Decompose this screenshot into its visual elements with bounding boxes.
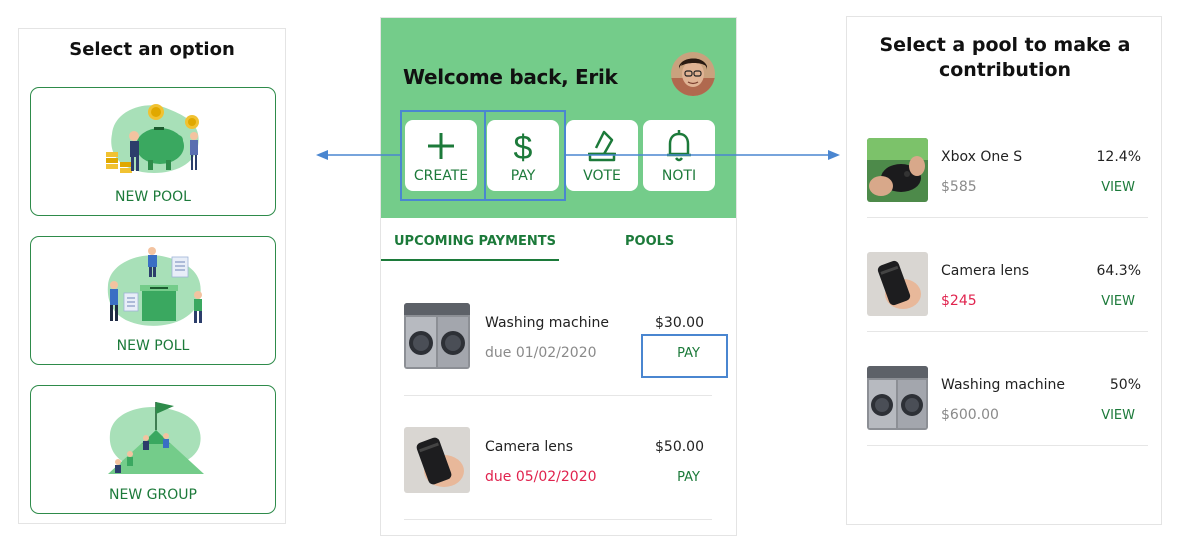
camera-lens-thumbnail — [867, 252, 928, 316]
vote-action-button[interactable]: VOTE — [566, 120, 638, 191]
pool-row[interactable]: Xbox One S $585 12.4% VIEW — [867, 138, 1148, 218]
dollar-icon: $ — [487, 128, 559, 167]
pay-button[interactable]: PAY — [677, 470, 700, 485]
pay-button[interactable]: PAY — [677, 346, 700, 361]
noti-action-label: NOTI — [661, 168, 697, 184]
create-action-label: CREATE — [413, 168, 469, 184]
noti-action-button[interactable]: NOTI — [643, 120, 715, 191]
vote-action-label: VOTE — [583, 168, 621, 184]
payment-due-date: due 05/02/2020 — [485, 469, 597, 485]
welcome-heading: Welcome back, Erik — [403, 65, 618, 89]
ballot-box-illustration — [107, 247, 202, 326]
new-group-card[interactable]: NEW GROUP — [30, 385, 276, 514]
create-action-button[interactable]: CREATE — [405, 120, 477, 191]
pool-percent: 64.3% — [1096, 263, 1141, 279]
payment-row[interactable]: Camera lens due 05/02/2020 $50.00 PAY — [404, 412, 712, 520]
phone-screen: Welcome back, Erik CREATE $ PAY VOTE NOT… — [380, 17, 737, 536]
camera-lens-thumbnail — [404, 427, 470, 493]
pool-name: Camera lens — [941, 263, 1030, 279]
new-poll-label: NEW POLL — [116, 338, 190, 354]
payment-name: Camera lens — [485, 439, 574, 455]
view-button[interactable]: VIEW — [1101, 408, 1135, 423]
bell-icon — [643, 128, 715, 164]
payment-amount: $50.00 — [655, 439, 704, 455]
pool-amount: $245 — [941, 293, 977, 309]
pool-percent: 12.4% — [1096, 149, 1141, 165]
pool-amount: $585 — [941, 179, 977, 195]
payment-row[interactable]: Washing machine due 01/02/2020 $30.00 PA… — [404, 288, 712, 396]
new-group-label: NEW GROUP — [109, 487, 197, 503]
pool-row[interactable]: Washing machine $600.00 50% VIEW — [867, 366, 1148, 446]
pay-action-label: PAY — [510, 168, 536, 184]
view-button[interactable]: VIEW — [1101, 180, 1135, 195]
option-panel-title: Select an option — [69, 39, 235, 60]
new-pool-card[interactable]: NEW POOL — [30, 87, 276, 216]
payment-due-date: due 01/02/2020 — [485, 345, 597, 361]
pool-select-title: Select a pool to make a contribution — [879, 34, 1131, 81]
flag-mountain-illustration — [108, 402, 204, 474]
washing-machine-thumbnail — [867, 366, 928, 430]
svg-text:$: $ — [514, 129, 533, 164]
ballot-icon — [566, 128, 638, 164]
washing-machine-thumbnail — [404, 303, 470, 369]
pool-select-panel: Select a pool to make a contribution Xbo… — [846, 16, 1162, 525]
piggy-bank-illustration — [106, 104, 199, 173]
pool-name: Xbox One S — [941, 149, 1023, 165]
xbox-thumbnail — [867, 138, 928, 202]
pool-amount: $600.00 — [941, 407, 999, 423]
plus-icon — [405, 128, 477, 164]
pay-action-button[interactable]: $ PAY — [487, 120, 559, 191]
new-pool-label: NEW POOL — [115, 189, 191, 205]
view-button[interactable]: VIEW — [1101, 294, 1135, 309]
header-banner: Welcome back, Erik CREATE $ PAY VOTE NOT… — [381, 18, 736, 218]
payment-amount: $30.00 — [655, 315, 704, 331]
new-poll-card[interactable]: NEW POLL — [30, 236, 276, 365]
tab-upcoming-payments[interactable]: UPCOMING PAYMENTS — [394, 234, 556, 249]
option-panel: Select an option NEW POOL NEW POLL NEW G… — [18, 28, 286, 524]
active-tab-indicator — [381, 259, 559, 261]
pool-percent: 50% — [1109, 377, 1141, 393]
avatar[interactable] — [671, 52, 715, 96]
pool-row[interactable]: Camera lens $245 64.3% VIEW — [867, 252, 1148, 332]
tab-bar: UPCOMING PAYMENTS POOLS — [381, 228, 736, 263]
tab-pools[interactable]: POOLS — [625, 234, 674, 249]
pool-name: Washing machine — [941, 377, 1065, 393]
payment-name: Washing machine — [485, 315, 609, 331]
